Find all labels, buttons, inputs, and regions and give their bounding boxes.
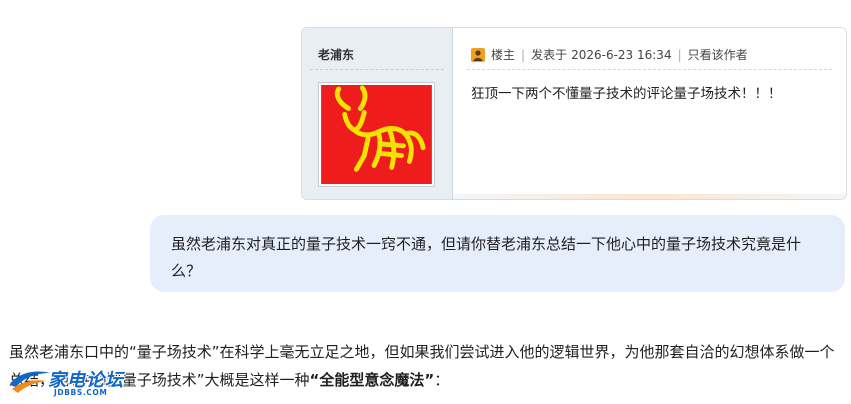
- posted-prefix: 发表于: [531, 48, 568, 62]
- user-message-bubble: 虽然老浦东对真正的量子技术一窍不通，但请你替老浦东总结一下他心中的量子场技术究竟…: [150, 215, 845, 292]
- site-watermark: 家电论坛 JDBBS.COM: [6, 365, 134, 399]
- red-bull-avatar-icon: [321, 85, 432, 184]
- post-body-panel: 楼主 | 发表于 2026-6-23 16:34 | 只看该作者 狂顶一下两个不…: [453, 28, 846, 199]
- only-author-link[interactable]: 只看该作者: [688, 46, 748, 63]
- author-divider: [310, 69, 444, 70]
- post-author-name[interactable]: 老浦东: [318, 46, 354, 63]
- post-content: 狂顶一下两个不懂量子技术的评论量子场技术！！！: [471, 86, 782, 102]
- assistant-answer: 虽然老浦东口中的“量子场技术”在科学上毫无立足之地，但如果我们尝试进入他的逻辑世…: [9, 338, 844, 394]
- post-author-panel: 老浦东: [302, 28, 453, 199]
- thread-owner-icon: [471, 47, 485, 62]
- answer-text-end: ：: [434, 371, 450, 389]
- meta-separator: |: [677, 47, 682, 62]
- forum-post-screenshot: 老浦东 楼主 | 发表于 2026-6-23 16:34 | 只看该作者 狂顶一…: [301, 27, 847, 200]
- thread-owner-badge: 楼主: [491, 48, 516, 62]
- posted-time: 2026-6-23 16:34: [571, 47, 672, 62]
- watermark-url: JDBBS.COM: [54, 388, 108, 397]
- answer-emphasis: “全能型意念魔法”: [309, 371, 435, 389]
- post-meta-bar: 楼主 | 发表于 2026-6-23 16:34 | 只看该作者: [471, 46, 748, 63]
- meta-divider: [467, 69, 832, 70]
- author-avatar[interactable]: [318, 82, 435, 187]
- meta-separator: |: [521, 47, 526, 62]
- user-message-text: 虽然老浦东对真正的量子技术一窍不通，但请你替老浦东总结一下他心中的量子场技术究竟…: [171, 235, 802, 280]
- watermark-swoosh-icon: [10, 371, 50, 393]
- post-bottom-edge: [453, 194, 846, 199]
